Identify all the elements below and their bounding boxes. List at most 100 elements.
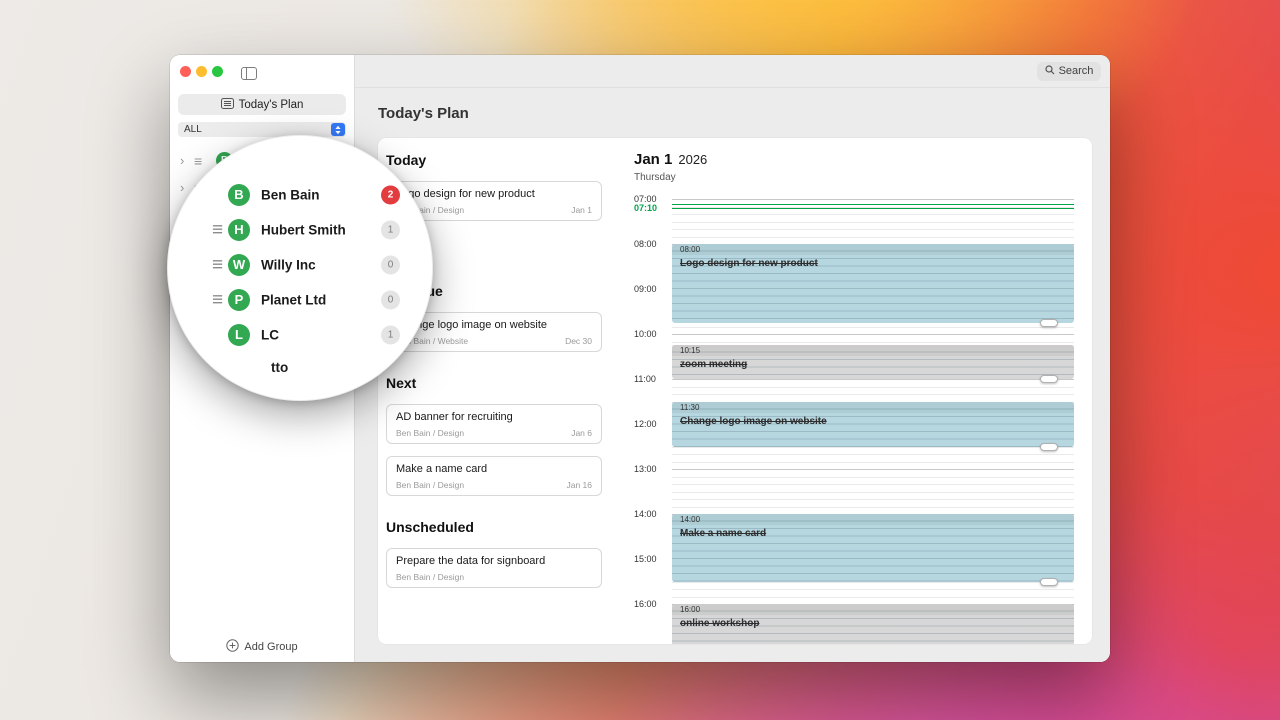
plus-circle-icon [226, 639, 240, 655]
resize-handle[interactable] [1040, 442, 1058, 451]
plan-card: Today Logo design for new product Ben Bain… [378, 138, 1092, 644]
add-group-label: Add Group [244, 641, 298, 653]
event-title: online workshop [680, 618, 760, 629]
gridline [672, 334, 1074, 335]
task-card[interactable]: AD banner for recruiting Ben Bain / Desig… [386, 404, 602, 444]
gridline [672, 386, 1074, 388]
magnifier-loupe: B Ben Bain 2 ≡ H Hubert Smith 1 ≡ W Willy Inc 0 ≡ P P… [167, 135, 433, 401]
gridline [672, 469, 1074, 470]
loupe-list-item[interactable]: ≡ P Planet Ltd 0 [168, 282, 432, 317]
minimize-button[interactable] [196, 66, 207, 77]
disclosure-chevron-icon[interactable]: › [180, 154, 192, 167]
sidebar-toggle-icon[interactable] [241, 67, 257, 85]
resize-handle[interactable] [1040, 577, 1058, 586]
loupe-list-item[interactable]: ≡ W Willy Inc 0 [168, 247, 432, 282]
current-time-line [672, 208, 1074, 209]
gridline [672, 221, 1074, 223]
gridline [672, 379, 1074, 380]
plan-button-label: Today's Plan [238, 98, 304, 111]
gridline [672, 484, 1074, 485]
page-title: Today's Plan [378, 105, 469, 122]
timeline-event[interactable]: 11:30 Change logo image on website [672, 401, 1074, 451]
section-title: Today [386, 152, 427, 168]
event-title: Make a name card [680, 528, 767, 539]
task-date: Jan 16 [566, 480, 592, 490]
hour-label: 15:00 [634, 554, 657, 564]
group-name: Ben Bain [261, 187, 320, 202]
timeline-event[interactable]: 14:00 Make a name card [672, 514, 1074, 586]
count-badge: 1 [381, 325, 400, 344]
hour-label: 08:00 [634, 239, 657, 249]
event-time: 14:00 [672, 514, 1074, 525]
add-group-button[interactable]: Add Group [170, 639, 354, 655]
task-card[interactable]: Make a name card Ben Bain / Design Jan 16 [386, 456, 602, 496]
gridline [672, 446, 1074, 448]
gridline [672, 596, 1074, 598]
partial-group-name: tto [271, 360, 289, 375]
section-title: Unscheduled [386, 519, 474, 535]
task-meta: Ben Bain / Design [396, 428, 465, 438]
timeline: 07:00 08:00 09:00 10:00 11:00 12:00 13:00 14:00… [620, 138, 1092, 644]
task-card[interactable]: Prepare the data for signboard Ben Bain /… [386, 548, 602, 588]
event-time: 16:00 [672, 604, 1074, 615]
task-date: Jan 6 [571, 428, 592, 438]
gridline [672, 506, 1074, 508]
gridline [672, 589, 1074, 590]
hour-label: 13:00 [634, 464, 657, 474]
gridline [672, 214, 1074, 215]
close-button[interactable] [180, 66, 191, 77]
hamburger-icon: ≡ [212, 254, 224, 275]
hour-label: 16:00 [634, 599, 657, 609]
gridline [672, 499, 1074, 500]
group-name: Hubert Smith [261, 222, 346, 237]
hamburger-icon: ≡ [212, 289, 224, 310]
gridline [672, 454, 1074, 455]
count-badge: 1 [381, 220, 400, 239]
group-avatar: P [228, 288, 250, 311]
gridline [672, 491, 1074, 493]
timeline-weekday: Thursday [634, 172, 676, 183]
task-meta: Ben Bain / Design [396, 480, 465, 490]
task-meta-row: Ben Bain / Design Jan 16 [396, 480, 592, 490]
resize-handle[interactable] [1040, 375, 1058, 383]
group-avatar: H [228, 218, 250, 241]
group-avatar: L [228, 323, 250, 346]
hour-label: 14:00 [634, 509, 657, 519]
group-filter-select[interactable]: ALL [178, 122, 346, 137]
event-title: zoom meeting [680, 359, 748, 371]
timeline-event[interactable]: 16:00 online workshop [672, 604, 1074, 644]
filter-value: ALL [184, 124, 202, 135]
toolbar: Search [355, 55, 1110, 88]
gridline [672, 326, 1074, 328]
search-label: Search [1058, 65, 1094, 77]
resize-handle[interactable] [1040, 318, 1058, 327]
hamburger-icon: ≡ [212, 219, 224, 240]
loupe-list-item[interactable]: ≡ H Hubert Smith 1 [168, 212, 432, 247]
timeline-year: 2026 [678, 152, 708, 167]
timeline-gutter: 07:00 08:00 09:00 10:00 11:00 12:00 13:00 14:00… [620, 138, 672, 644]
search-field[interactable]: Search [1037, 61, 1101, 81]
zoom-button[interactable] [212, 66, 223, 77]
timeline-event[interactable]: 08:00 Logo design for new product [672, 244, 1074, 327]
current-time-line [672, 204, 1074, 205]
timeline-date: Jan 1 [634, 151, 673, 168]
event-time: 11:30 [672, 401, 1074, 413]
task-meta: Ben Bain / Design [396, 572, 465, 582]
plan-list-icon [220, 97, 234, 112]
gridline [672, 341, 1074, 343]
current-time-label: 07:10 [634, 202, 658, 213]
loupe-list-item[interactable]: L LC 1 [168, 317, 432, 352]
timeline-event[interactable]: 10:15 zoom meeting [672, 345, 1074, 383]
event-title: Change logo image on website [680, 415, 827, 427]
search-icon [1044, 64, 1055, 78]
gridline [672, 581, 1074, 583]
count-badge: 0 [381, 255, 400, 274]
task-title: AD banner for recruiting [396, 411, 513, 423]
loupe-list-item[interactable]: B Ben Bain 2 [168, 177, 432, 212]
gridline [672, 229, 1074, 230]
count-badge: 0 [381, 290, 400, 309]
event-time: 10:15 [672, 345, 1074, 357]
hour-label: 12:00 [634, 419, 657, 429]
gridline [672, 236, 1074, 238]
todays-plan-button[interactable]: Today's Plan [178, 94, 346, 115]
